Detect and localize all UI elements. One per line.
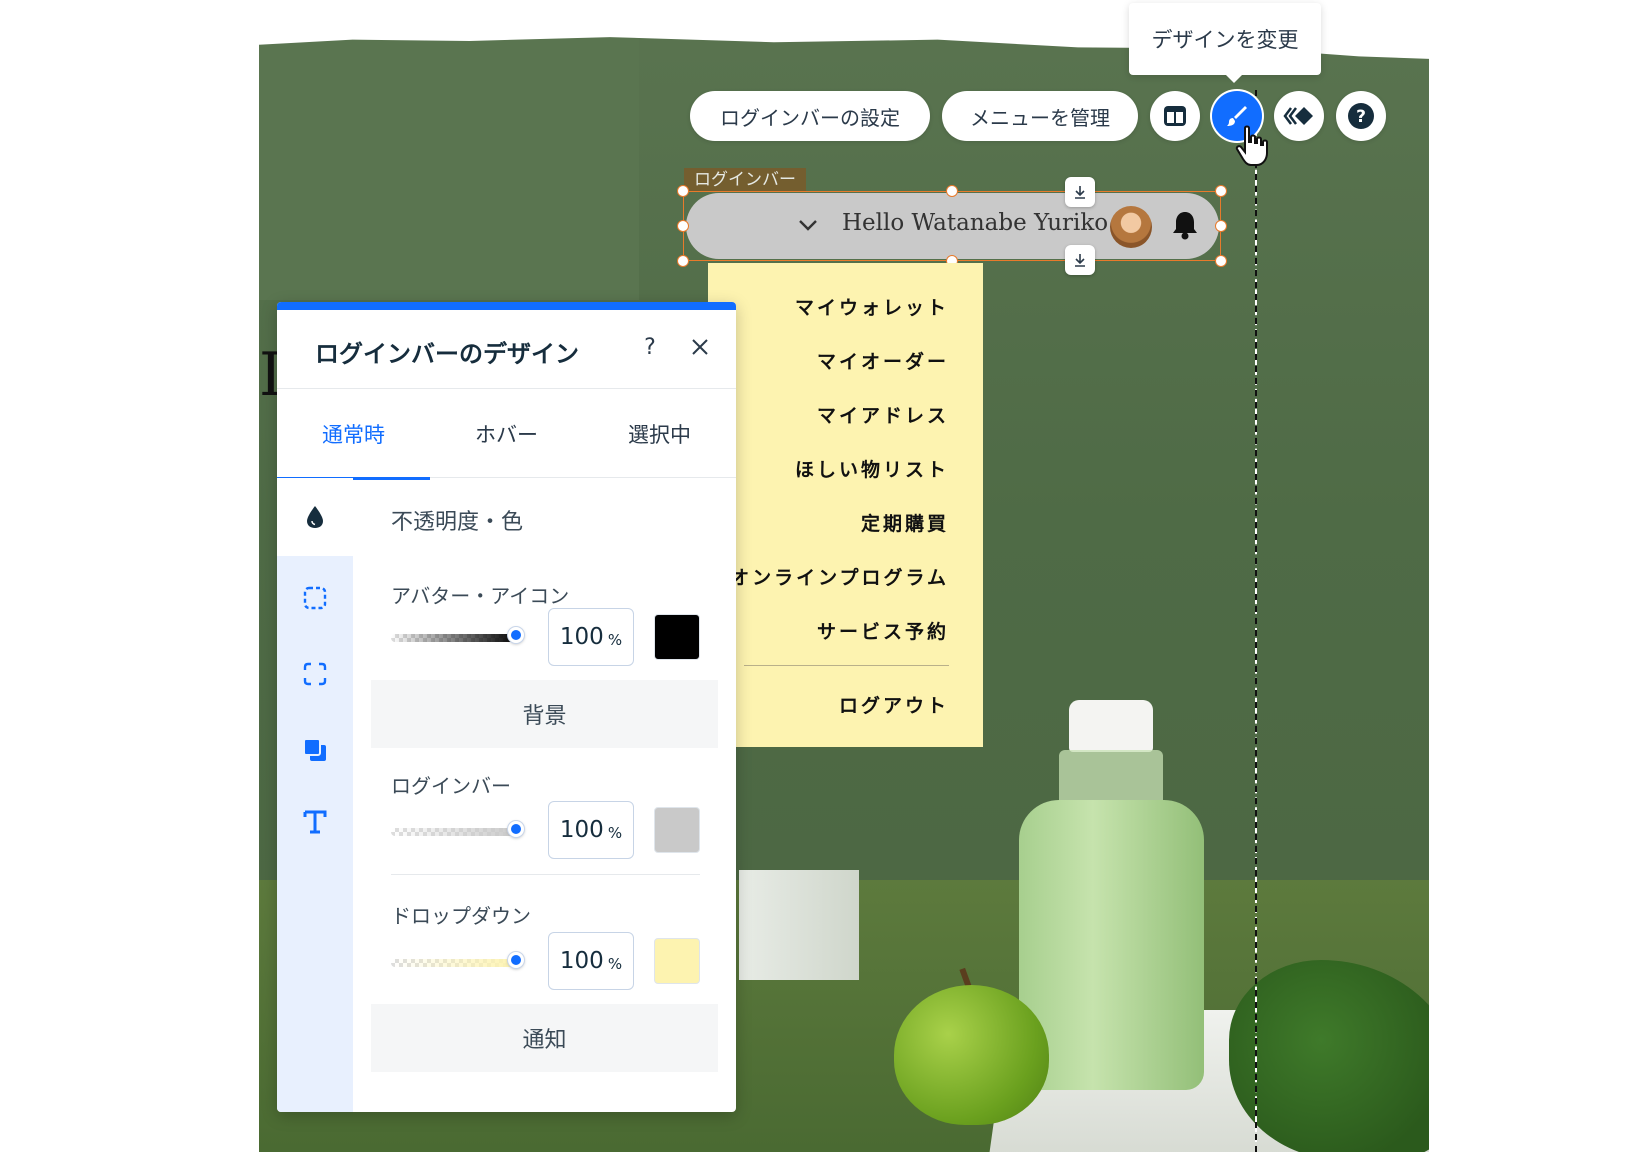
menu-item-wishlist[interactable]: ほしい物リスト	[795, 455, 949, 482]
login-bar-opacity-slider[interactable]	[391, 821, 524, 838]
page-edge-guide	[1255, 90, 1257, 1152]
menu-item-wallet[interactable]: マイウォレット	[795, 293, 949, 320]
menu-item-logout[interactable]: ログアウト	[839, 691, 949, 718]
white-cube	[739, 870, 859, 980]
resize-handle-left[interactable]	[677, 220, 689, 232]
slider-fill	[391, 959, 519, 967]
slider-track	[391, 828, 519, 836]
download-arrow-icon	[1075, 186, 1085, 199]
juice-bottle-image	[1019, 700, 1239, 1090]
slider-knob[interactable]	[508, 627, 524, 643]
corners-icon	[303, 662, 327, 686]
resize-handle-bottom-right[interactable]	[1215, 255, 1227, 267]
resize-handle-top[interactable]	[946, 185, 958, 197]
opacity-value: 100	[559, 817, 604, 843]
layout-button[interactable]	[1150, 91, 1200, 141]
border-dashed-icon	[303, 586, 327, 610]
slider-track	[391, 959, 519, 967]
selection-frame	[683, 191, 1221, 261]
text-icon	[303, 810, 327, 834]
menu-divider	[744, 665, 949, 666]
menu-item-online-programs[interactable]: オンラインプログラム	[730, 563, 949, 590]
avatar-icon-opacity-input[interactable]: 100 %	[548, 608, 634, 666]
element-name-tag: ログインバー	[684, 168, 806, 192]
change-design-tooltip: デザインを変更	[1129, 3, 1321, 83]
wall-panel	[259, 0, 639, 300]
help-circle-icon: ?	[1348, 103, 1374, 129]
dropdown-label: ドロップダウン	[391, 904, 531, 928]
resize-handle-top-left[interactable]	[677, 185, 689, 197]
design-panel: ログインバーのデザイン ? 通常時 ホバー 選択中 不透明度・色 アバター・アイ…	[277, 302, 736, 1112]
slider-fill	[391, 634, 519, 642]
manage-menu-button[interactable]: メニューを管理	[942, 91, 1138, 141]
resize-handle-top-right[interactable]	[1215, 185, 1227, 197]
slider-track	[391, 634, 519, 642]
avatar-icon-label: アバター・アイコン	[391, 584, 570, 608]
background-section-header: 背景	[371, 680, 718, 748]
resize-handle-right[interactable]	[1215, 220, 1227, 232]
login-bar-color-swatch[interactable]	[654, 807, 700, 853]
fill-drop-icon	[307, 506, 323, 528]
sidebar-item-shadow[interactable]	[295, 730, 335, 770]
login-bar-opacity-input[interactable]: 100 %	[548, 801, 634, 859]
slider-fill	[391, 828, 519, 836]
layout-icon	[1164, 106, 1186, 126]
notification-section-header: 通知	[371, 1004, 718, 1072]
panel-accent-bar	[277, 302, 736, 310]
close-icon[interactable]	[685, 332, 715, 362]
sidebar-item-text[interactable]	[295, 802, 335, 842]
dropdown-opacity-input[interactable]: 100 %	[548, 932, 634, 990]
slider-knob[interactable]	[508, 952, 524, 968]
avatar-icon-color-swatch[interactable]	[654, 614, 700, 660]
percent-unit: %	[607, 631, 623, 649]
percent-unit: %	[607, 824, 623, 842]
anchor-bottom-button[interactable]	[1065, 245, 1095, 275]
kale-image	[1229, 960, 1429, 1152]
opacity-value: 100	[559, 948, 604, 974]
login-bar-settings-button[interactable]: ログインバーの設定	[690, 91, 930, 141]
opacity-value: 100	[559, 624, 604, 650]
design-category-sidebar	[277, 478, 353, 1112]
shadow-icon	[303, 738, 326, 761]
help-button[interactable]: ?	[1336, 91, 1386, 141]
menu-item-subscriptions[interactable]: 定期購買	[861, 509, 949, 536]
menu-item-orders[interactable]: マイオーダー	[817, 347, 949, 374]
animation-icon	[1283, 107, 1313, 125]
animation-button[interactable]	[1274, 91, 1324, 141]
design-settings-content: 不透明度・色 アバター・アイコン 100 % 背景 ログインバー 100 % ド…	[353, 478, 736, 1112]
section-separator	[391, 874, 700, 875]
panel-title: ログインバーのデザイン	[315, 340, 579, 368]
download-arrow-icon	[1075, 254, 1085, 267]
tab-regular[interactable]: 通常時	[277, 389, 430, 480]
menu-item-addresses[interactable]: マイアドレス	[817, 401, 949, 428]
login-bar-label: ログインバー	[391, 774, 511, 798]
green-apple-image	[894, 985, 1049, 1125]
section-title: 不透明度・色	[391, 510, 524, 535]
avatar-icon-opacity-slider[interactable]	[391, 627, 524, 644]
tab-hover[interactable]: ホバー	[430, 389, 583, 479]
tab-selected[interactable]: 選択中	[583, 389, 736, 479]
dropdown-color-swatch[interactable]	[654, 938, 700, 984]
member-dropdown-menu: マイウォレット マイオーダー マイアドレス ほしい物リスト 定期購買 オンライン…	[708, 263, 983, 747]
sidebar-item-corners[interactable]	[295, 654, 335, 694]
hand-cursor-icon	[1235, 125, 1268, 166]
slider-knob[interactable]	[508, 821, 524, 837]
bottle-cap	[1069, 700, 1153, 752]
sidebar-item-fill[interactable]	[277, 478, 353, 556]
panel-help-button[interactable]: ?	[635, 332, 665, 362]
percent-unit: %	[607, 955, 623, 973]
svg-text:?: ?	[1356, 107, 1366, 127]
dropdown-opacity-slider[interactable]	[391, 952, 524, 969]
anchor-top-button[interactable]	[1065, 177, 1095, 207]
sidebar-item-border[interactable]	[295, 578, 335, 618]
resize-handle-bottom-left[interactable]	[677, 255, 689, 267]
state-tabs: 通常時 ホバー 選択中	[277, 388, 736, 480]
menu-item-bookings[interactable]: サービス予約	[817, 617, 949, 644]
